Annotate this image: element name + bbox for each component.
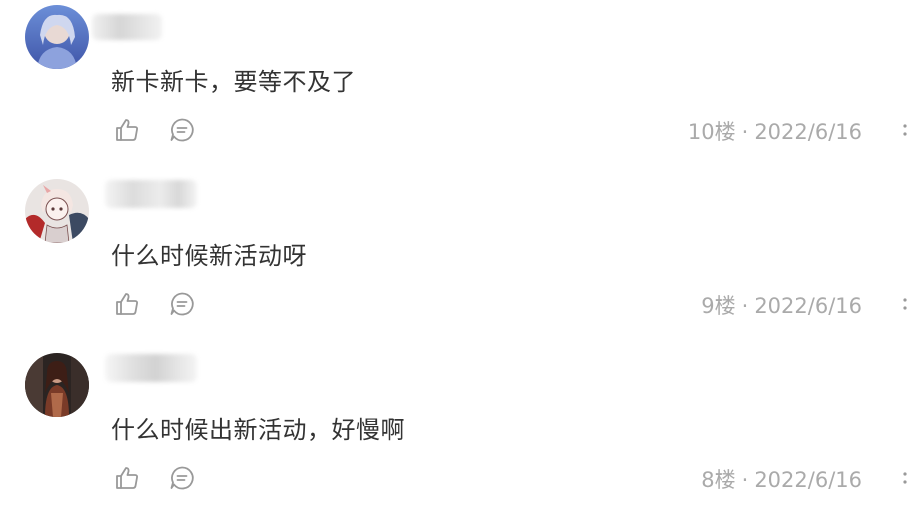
meta-separator: ·: [741, 294, 749, 318]
comment-meta: 10楼 · 2022/6/16: [688, 116, 862, 146]
like-button[interactable]: [114, 465, 140, 491]
comment-date: 2022/6/16: [754, 120, 862, 144]
meta-separator: ·: [741, 120, 749, 144]
username-blurred[interactable]: [105, 180, 197, 208]
thumbs-up-icon: [116, 119, 138, 141]
comment-date: 2022/6/16: [754, 294, 862, 318]
more-vertical-icon: [903, 124, 907, 136]
comment-item: 什么时候新活动呀 9楼 · 2022/6/16: [0, 174, 920, 349]
comment-meta: 9楼 · 2022/6/16: [701, 290, 862, 320]
floor-number: 9楼: [701, 294, 736, 318]
comment-item: 新卡新卡，要等不及了 10楼 · 2022/6/16: [0, 0, 920, 175]
more-options-button[interactable]: [899, 118, 911, 142]
floor-number: 10楼: [687, 120, 736, 144]
thumbs-up-icon: [116, 467, 138, 489]
username-blurred[interactable]: [92, 14, 162, 40]
comment-icon: [170, 118, 194, 142]
reply-button[interactable]: [169, 465, 195, 491]
more-vertical-icon: [903, 472, 907, 484]
reply-button[interactable]: [169, 117, 195, 143]
avatar[interactable]: [25, 353, 89, 417]
avatar[interactable]: [25, 179, 89, 243]
comment-date: 2022/6/16: [754, 468, 862, 492]
like-button[interactable]: [114, 117, 140, 143]
more-options-button[interactable]: [899, 292, 911, 316]
more-options-button[interactable]: [899, 466, 911, 490]
avatar[interactable]: [25, 5, 89, 69]
comment-text: 什么时候出新活动，好慢啊: [111, 416, 405, 444]
thumbs-up-icon: [116, 293, 138, 315]
comment-text: 什么时候新活动呀: [111, 242, 307, 270]
floor-number: 8楼: [701, 468, 736, 492]
comment-icon: [170, 292, 194, 316]
comment-icon: [170, 466, 194, 490]
like-button[interactable]: [114, 291, 140, 317]
comment-text: 新卡新卡，要等不及了: [111, 68, 356, 96]
comment-item: 什么时候出新活动，好慢啊 8楼 · 2022/6/16: [0, 348, 920, 523]
meta-separator: ·: [741, 468, 749, 492]
more-vertical-icon: [903, 298, 907, 310]
username-blurred[interactable]: [105, 354, 197, 382]
comment-meta: 8楼 · 2022/6/16: [701, 464, 862, 494]
reply-button[interactable]: [169, 291, 195, 317]
